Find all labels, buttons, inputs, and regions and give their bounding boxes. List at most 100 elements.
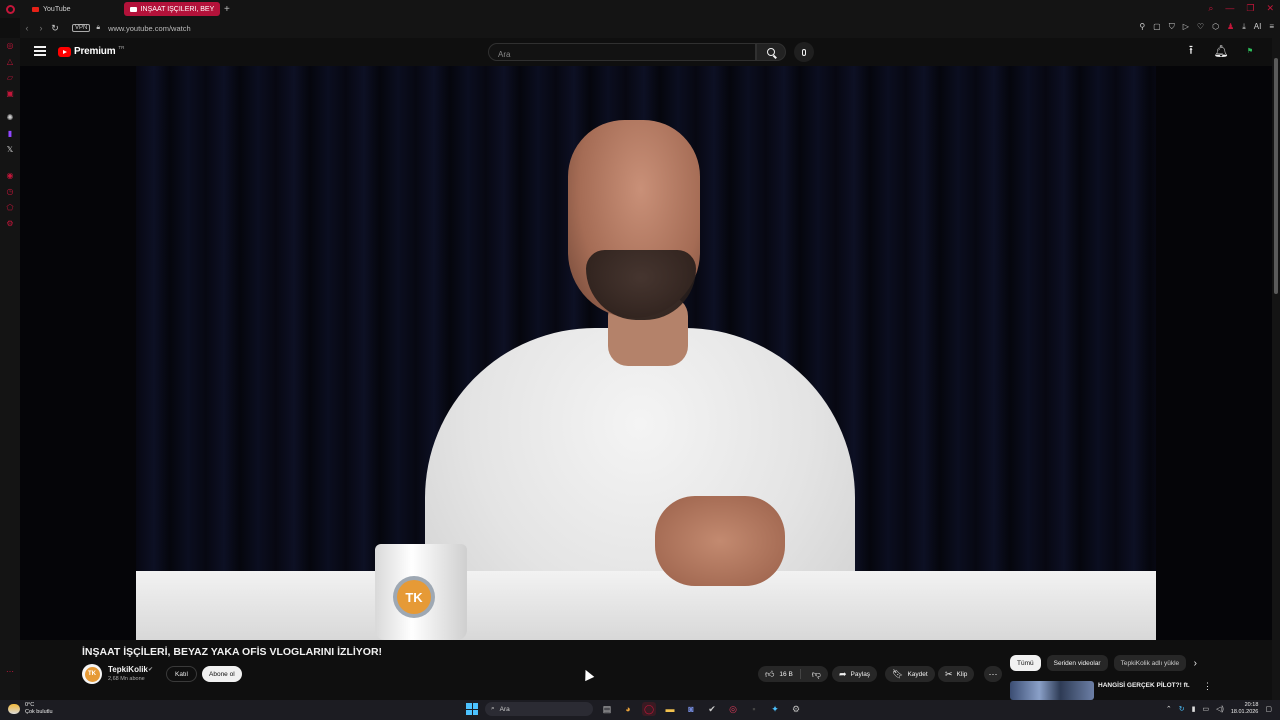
sync-icon[interactable]: ↻ <box>1179 705 1185 713</box>
back-icon[interactable]: ‹ <box>20 23 34 33</box>
video-person-hands <box>655 496 785 586</box>
minimize-icon[interactable]: — <box>1225 3 1234 14</box>
settings-app-icon[interactable]: ⚙ <box>789 702 803 716</box>
more-vertical-icon[interactable]: ⋮ <box>1203 681 1212 692</box>
recommended-video-thumbnail[interactable] <box>1010 681 1094 700</box>
subscriber-count: 2,68 Mn abone <box>108 676 145 682</box>
chip-all[interactable]: Tümü <box>1010 655 1041 671</box>
taskbar-apps: ⌕ Ara ▤ ◕ ◯ ▬ ◙ ✔ ◎ ▪ ✦ ⚙ <box>466 702 803 716</box>
youtube-header: Premium TR ⭱ 🔔︎ ⚑ <box>20 38 1272 66</box>
clock[interactable]: 20:18 18.01.2026 <box>1231 702 1259 716</box>
chevron-right-icon[interactable]: › <box>1194 658 1197 669</box>
tray-app-icon[interactable]: ▮ <box>1192 705 1196 713</box>
channel-avatar[interactable]: TK <box>82 664 102 684</box>
chip-series-videos[interactable]: Seriden videolar <box>1046 655 1108 671</box>
tab-youtube[interactable]: YouTube <box>26 2 122 16</box>
subscribe-button[interactable]: Abone ol <box>202 666 242 682</box>
history-icon[interactable]: ◷ <box>5 186 15 196</box>
x-icon[interactable]: 𝕏 <box>5 144 15 154</box>
steam-icon[interactable]: ✔ <box>705 702 719 716</box>
extensions-icon[interactable]: ⬡ <box>1212 22 1219 32</box>
aria-icon[interactable]: △ <box>5 56 15 66</box>
shield-icon[interactable]: ⛉ <box>1169 22 1175 32</box>
vpn-badge[interactable]: VPN <box>72 24 91 32</box>
search-tabs-icon[interactable]: ⌕ <box>1208 3 1213 14</box>
like-count: 16 B <box>779 670 793 678</box>
tab-current-video[interactable]: İNŞAAT İŞÇİLERİ, BEYA <box>124 2 220 16</box>
like-dislike-group: 👍︎ 16 B 👎︎ <box>758 666 828 682</box>
close-icon[interactable]: ✕ <box>1266 3 1274 14</box>
clip-button[interactable]: ✂ Klip <box>938 666 975 682</box>
channel-name[interactable]: TepkiKolik <box>108 665 148 674</box>
voice-search-button[interactable] <box>794 42 814 62</box>
aria-ai-button[interactable]: AI <box>1254 22 1262 32</box>
country-code: TR <box>118 45 125 50</box>
notifications-icon[interactable]: ▢ <box>1265 705 1272 713</box>
forward-icon[interactable]: › <box>34 23 48 33</box>
weather-temp: 0°C <box>25 702 35 708</box>
account-avatar[interactable]: ⚑ <box>1244 45 1256 57</box>
time: 20:18 <box>1244 702 1259 708</box>
windows-start-icon[interactable] <box>466 703 478 715</box>
new-tab-icon[interactable]: + <box>224 4 230 15</box>
chat-icon[interactable]: ▱ <box>5 72 15 82</box>
video-player[interactable]: TK <box>20 66 1272 640</box>
speed-dial-icon[interactable]: ◎ <box>5 40 15 50</box>
share-icon: ➦ <box>839 668 847 679</box>
maximize-icon[interactable]: ❐ <box>1246 3 1254 14</box>
recommended-video-title[interactable]: HANGİSİ GERÇEK PİLOT?! ft. <box>1098 682 1190 689</box>
notifications-bell-icon[interactable]: 🔔︎ <box>1213 44 1228 58</box>
url-field[interactable]: www.youtube.com/watch <box>108 24 191 33</box>
search-icon <box>767 48 775 56</box>
taskbar-search-label: Ara <box>499 705 510 713</box>
discord-icon[interactable]: ◙ <box>684 702 698 716</box>
dislike-button[interactable]: 👎︎ <box>805 669 828 680</box>
mug-logo: TK <box>393 576 435 618</box>
reload-icon[interactable]: ↻ <box>48 23 62 34</box>
opera-logo-icon[interactable] <box>0 0 20 18</box>
weather-widget[interactable]: 0°C Çok bulutlu <box>8 702 53 716</box>
display-icon[interactable]: ▭ <box>1203 705 1210 713</box>
app-icon[interactable]: ▪ <box>747 702 761 716</box>
settings-icon[interactable]: ⚙ <box>5 218 15 228</box>
snapshot-icon[interactable]: ▢ <box>1153 22 1161 32</box>
more-sidebar-icon[interactable]: ⋯ <box>5 666 15 676</box>
scrollbar-thumb[interactable] <box>1274 58 1278 294</box>
wallet-icon[interactable]: ♟ <box>1227 22 1234 32</box>
hamburger-menu-icon[interactable] <box>34 46 46 56</box>
play-icon[interactable]: ▷ <box>1183 22 1189 32</box>
share-button[interactable]: ➦ Paylaş <box>832 666 878 682</box>
extensions-sidebar-icon[interactable]: ⬠ <box>5 202 15 212</box>
opera-icon[interactable]: ◯ <box>642 702 656 716</box>
chatgpt-icon[interactable]: ✺ <box>5 112 15 122</box>
task-view-icon[interactable]: ▤ <box>600 702 614 716</box>
menu-icon[interactable]: ≡ <box>1269 22 1274 32</box>
volume-icon[interactable]: ◁) <box>1216 705 1224 713</box>
file-explorer-icon[interactable]: ▬ <box>663 702 677 716</box>
workspaces-icon[interactable]: ▣ <box>5 88 15 98</box>
taskbar-search[interactable]: ⌕ Ara <box>485 702 593 716</box>
video-table <box>136 571 1156 640</box>
join-button[interactable]: Katıl <box>166 666 198 682</box>
like-button[interactable]: 👍︎ 16 B <box>758 669 801 679</box>
more-actions-button[interactable]: ⋯ <box>984 666 1002 682</box>
save-button[interactable]: 🔖︎ Kaydet <box>885 666 935 682</box>
search-button[interactable] <box>756 43 786 61</box>
player-icon[interactable]: ◉ <box>5 170 15 180</box>
tray-chevron-icon[interactable]: ⌃ <box>1166 705 1172 713</box>
upload-icon[interactable]: ⭱ <box>1184 43 1198 58</box>
opera-gx-icon[interactable]: ◎ <box>726 702 740 716</box>
clip-label: Klip <box>956 670 968 678</box>
tab-label: YouTube <box>43 5 71 13</box>
page-scrollbar[interactable] <box>1272 38 1280 700</box>
pin-icon[interactable]: ⚲ <box>1139 22 1145 32</box>
lock-icon[interactable]: 🔒︎ <box>96 24 100 32</box>
download-icon[interactable]: ⤓ <box>1242 22 1246 32</box>
twitch-icon[interactable]: ▮ <box>5 128 15 138</box>
heart-icon[interactable]: ♡ <box>1197 22 1204 32</box>
chrome-icon[interactable]: ◕ <box>621 702 635 716</box>
search-input[interactable] <box>489 46 755 63</box>
battle-net-icon[interactable]: ✦ <box>768 702 782 716</box>
chip-channel-uploads[interactable]: TepkiKolik adlı yükle <box>1113 655 1186 671</box>
youtube-premium-logo[interactable]: Premium TR <box>58 45 125 57</box>
